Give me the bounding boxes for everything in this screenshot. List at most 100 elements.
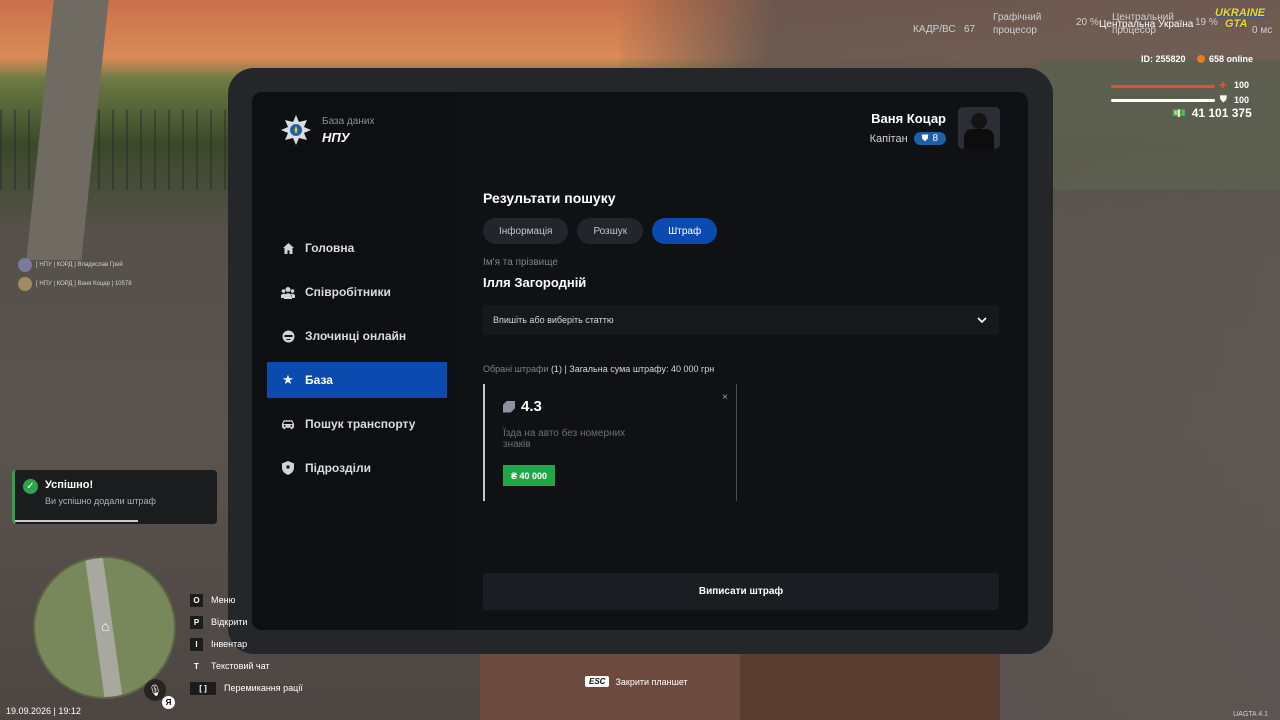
keybind-row: O Меню — [190, 589, 303, 611]
chat-line: [ НПУ | КОРД ] Владислав Грей — [18, 258, 123, 272]
home-icon — [281, 241, 295, 255]
key-cap: O — [190, 593, 203, 607]
coin-icon — [1197, 55, 1205, 63]
fine-article: 4.3 — [503, 398, 542, 415]
issue-fine-button[interactable]: Виписати штраф — [483, 573, 999, 610]
keybind-label: Перемикання рації — [224, 683, 303, 693]
chat-line: [ НПУ | КОРД ] Ваня Коцар | 10578 — [18, 277, 132, 291]
key-cap: T — [194, 661, 199, 671]
notification-progress — [15, 520, 138, 522]
chevron-down-icon — [977, 315, 987, 326]
armor-bar — [1111, 99, 1215, 102]
fps-readout: КАДР/ВС 67 — [913, 24, 976, 35]
datetime: 19.09.2026 | 19:12 — [6, 706, 81, 716]
sidebar-item-criminals[interactable]: Злочинці онлайн — [267, 318, 447, 354]
rank-level: 8 — [932, 133, 938, 144]
avatar-body — [964, 129, 994, 149]
tab-bar: Інформація Розшук Штраф — [483, 218, 999, 244]
sidebar-item-vehicle-search[interactable]: Пошук транспорту — [267, 406, 447, 442]
check-icon: ✓ — [23, 479, 38, 494]
key-cap: P — [190, 615, 203, 629]
notification-text: Ви успішно додали штраф — [45, 496, 156, 506]
close-tablet-hint: ESC Закрити планшет — [585, 676, 688, 687]
version-label: UAGTA 4.1 — [1233, 711, 1268, 718]
armor-icon: ⛊ — [1220, 94, 1227, 104]
tab-fine[interactable]: Штраф — [652, 218, 718, 244]
brand-subtitle: База даних — [322, 115, 375, 127]
user-panel: Ваня Коцар Капітан ⛊ 8 — [870, 107, 1000, 149]
notification-title: Успішно! — [45, 479, 94, 491]
money-display: 💵 41 101 375 — [1172, 106, 1252, 120]
sidebar-item-units[interactable]: Підрозділи — [267, 450, 447, 486]
user-name: Ваня Коцар — [871, 111, 946, 126]
summary-label: Обрані штрафи — [483, 364, 549, 374]
article-select-placeholder: Впишіть або виберіть статтю — [493, 315, 614, 325]
user-rank: Капітан — [869, 132, 908, 145]
sidebar: База даних НПУ Головна Співробітники Зло… — [252, 92, 457, 630]
mic-key: Я — [162, 696, 175, 709]
keybind-row: I Інвентар — [190, 633, 303, 655]
sidebar-item-label: Злочинці онлайн — [305, 329, 407, 343]
region-label: Центральна Україна — [1099, 19, 1194, 30]
keybind-row: [ ] Перемикання рації — [190, 677, 303, 699]
sidebar-item-label: Співробітники — [305, 285, 391, 299]
brand: База даних НПУ — [280, 114, 374, 146]
fine-article-number: 4.3 — [521, 398, 542, 415]
health-bar — [1111, 85, 1215, 88]
keybind-label: Текстовий чат — [211, 661, 270, 671]
fine-description: Їзда на авто без номерних знаків — [503, 428, 626, 450]
background-track-2 — [740, 650, 1000, 720]
close-icon[interactable]: × — [722, 392, 728, 403]
cash-icon: 💵 — [1172, 107, 1186, 120]
gpu-readout: Графічний процесор — [993, 12, 1042, 36]
keybind-row: P Відкрити — [190, 611, 303, 633]
fine-amount-badge: ₴ 40 000 — [503, 465, 556, 486]
shield-icon — [281, 461, 295, 475]
avatar-head — [971, 113, 987, 129]
criminal-icon — [281, 329, 295, 343]
sidebar-item-staff[interactable]: Співробітники — [267, 274, 447, 310]
sidebar-item-label: Головна — [305, 241, 355, 255]
online-count: 658 online — [1197, 54, 1253, 64]
avatar — [18, 258, 32, 272]
keybind-label: Відкрити — [211, 617, 248, 627]
gpu-value: 20 % — [1076, 17, 1099, 28]
close-tablet-label: Закрити планшет — [615, 676, 688, 687]
fines-summary: Обрані штрафи (1) | Загальна сума штрафу… — [483, 364, 999, 374]
name-value: Ілля Загородній — [483, 275, 587, 290]
main-content: Результати пошуку Інформація Розшук Штра… — [483, 190, 999, 501]
sidebar-item-label: Підрозділи — [305, 461, 371, 475]
esc-key: ESC — [585, 676, 610, 687]
tag-icon — [503, 400, 515, 413]
success-notification: ✓ Успішно! Ви успішно додали штраф — [12, 470, 217, 524]
summary-value: (1) | Загальна сума штрафу: 40 000 грн — [550, 364, 715, 374]
player-marker-icon: ⌂ — [101, 618, 110, 634]
tab-wanted[interactable]: Розшук — [577, 218, 644, 244]
armor-value: 100 — [1234, 95, 1250, 105]
avatar — [18, 277, 32, 291]
rank-badge: ⛊ 8 — [913, 132, 946, 145]
car-icon — [281, 417, 295, 431]
player-id: ID: 255820 — [1141, 54, 1186, 64]
keybind-label: Меню — [211, 595, 236, 605]
ukraine-gta-logo: UKRAINE GTA — [1215, 7, 1266, 30]
sidebar-nav: Головна Співробітники Злочинці онлайн ★ Б… — [267, 230, 447, 494]
keybind-list: O Меню P Відкрити I Інвентар T Текстовий чат… — [190, 589, 303, 699]
shield-icon: ⛊ — [921, 133, 929, 143]
sidebar-item-label: База — [305, 373, 333, 387]
key-cap: [ ] — [190, 681, 216, 695]
heart-icon: ✚ — [1219, 80, 1227, 90]
users-icon — [281, 285, 295, 299]
name-label: Ім'я та прізвище — [483, 257, 558, 268]
star-icon: ★ — [282, 372, 294, 387]
sidebar-item-label: Пошук транспорту — [305, 417, 416, 431]
tab-info[interactable]: Інформація — [483, 218, 569, 244]
article-select[interactable]: Впишіть або виберіть статтю — [483, 305, 999, 335]
brand-title: НПУ — [322, 129, 350, 145]
tablet-screen: База даних НПУ Головна Співробітники Зло… — [252, 92, 1028, 630]
key-cap: I — [190, 637, 203, 651]
police-badge-icon — [281, 115, 311, 145]
sidebar-item-home[interactable]: Головна — [267, 230, 447, 266]
sidebar-item-database[interactable]: ★ База — [267, 362, 447, 398]
health-value: 100 — [1234, 80, 1250, 90]
